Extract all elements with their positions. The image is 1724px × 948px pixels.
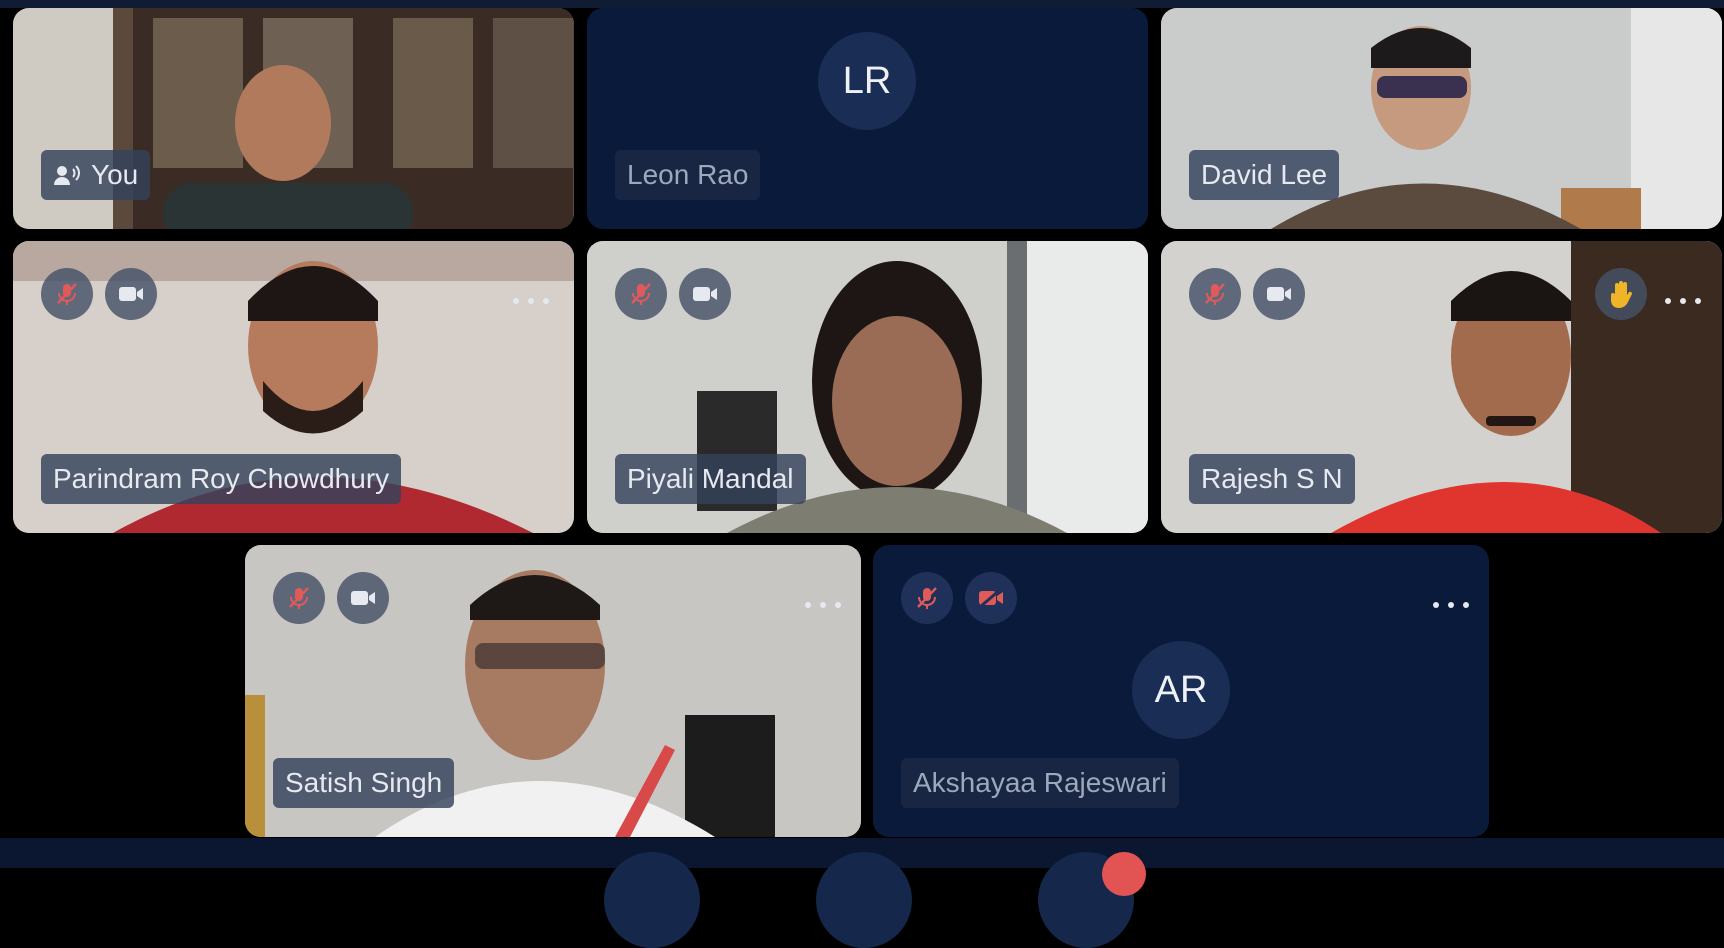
camera-icon[interactable]	[679, 268, 731, 320]
name-tag: David Lee	[1189, 150, 1340, 200]
more-options-icon[interactable]	[1665, 291, 1701, 311]
control-button[interactable]	[816, 852, 912, 948]
name-tag: Parindram Roy Chowdhury	[41, 454, 402, 504]
participant-name: You	[91, 159, 139, 190]
camera-icon[interactable]	[337, 572, 389, 624]
camera-icon[interactable]	[1253, 268, 1305, 320]
participant-name: Piyali Mandal	[627, 463, 794, 494]
participant-name: Rajesh S N	[1201, 463, 1343, 494]
avatar: LR	[818, 32, 916, 130]
top-bar	[0, 0, 1724, 8]
name-tag: You	[41, 150, 151, 200]
participant-tile-leon-rao[interactable]: LR Leon Rao	[587, 8, 1148, 229]
name-tag: Rajesh S N	[1189, 454, 1355, 504]
name-tag: Akshayaa Rajeswari	[901, 758, 1179, 808]
participant-name: Satish Singh	[285, 767, 443, 798]
participant-tile-satish-singh[interactable]: Satish Singh	[245, 545, 861, 837]
mic-muted-icon[interactable]	[41, 268, 93, 320]
participant-tile-rajesh-s-n[interactable]: Rajesh S N	[1161, 241, 1722, 533]
camera-off-icon[interactable]	[965, 572, 1017, 624]
participant-tile-you[interactable]: You	[13, 8, 574, 229]
name-tag: Satish Singh	[273, 758, 455, 808]
more-options-icon[interactable]	[805, 595, 841, 615]
raise-hand-icon	[1595, 268, 1647, 320]
mic-muted-icon[interactable]	[615, 268, 667, 320]
participant-name: Leon Rao	[627, 159, 749, 190]
avatar: AR	[1132, 641, 1230, 739]
name-tag: Leon Rao	[615, 150, 761, 200]
mic-muted-icon[interactable]	[1189, 268, 1241, 320]
camera-icon[interactable]	[105, 268, 157, 320]
mic-muted-icon[interactable]	[273, 572, 325, 624]
participant-tile-akshayaa-rajeswari[interactable]: AR Akshayaa Rajeswari	[873, 545, 1489, 837]
more-options-icon[interactable]	[1433, 595, 1469, 615]
participant-name: Akshayaa Rajeswari	[913, 767, 1167, 798]
participant-tile-david-lee[interactable]: David Lee	[1161, 8, 1722, 229]
participant-tile-piyali-mandal[interactable]: Piyali Mandal	[587, 241, 1148, 533]
participant-name: David Lee	[1201, 159, 1328, 190]
participant-name: Parindram Roy Chowdhury	[53, 463, 390, 494]
more-options-icon[interactable]	[513, 291, 549, 311]
participant-tile-parindram-roy-chowdhury[interactable]: Parindram Roy Chowdhury	[13, 241, 574, 533]
speaking-icon	[53, 163, 81, 187]
name-tag: Piyali Mandal	[615, 454, 806, 504]
notification-badge	[1102, 852, 1146, 896]
control-button[interactable]	[604, 852, 700, 948]
mic-muted-icon[interactable]	[901, 572, 953, 624]
